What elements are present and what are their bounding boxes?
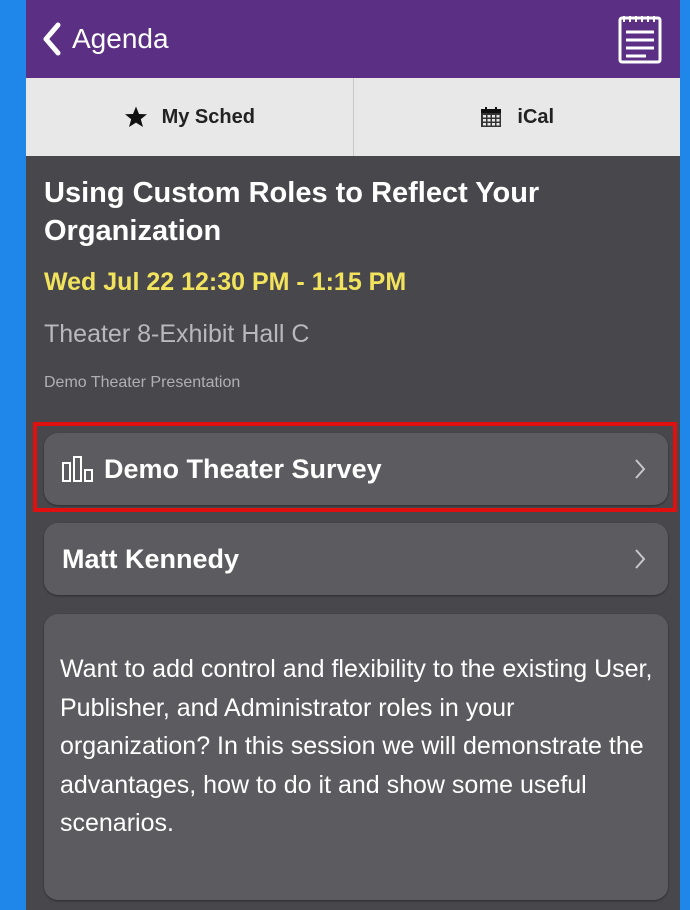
speaker-row[interactable]: Matt Kennedy xyxy=(44,523,668,595)
back-button[interactable]: Agenda xyxy=(38,14,169,64)
app-screen: Agenda My Sched iCal Using Custom Roles … xyxy=(26,0,680,910)
calendar-icon xyxy=(481,107,502,127)
tab-my-sched[interactable]: My Sched xyxy=(26,78,353,156)
session-room: Theater 8-Exhibit Hall C xyxy=(44,320,310,348)
star-icon xyxy=(124,106,147,127)
session-title: Using Custom Roles to Reflect Your Organ… xyxy=(44,177,540,247)
description-card: Want to add control and flexibility to t… xyxy=(44,614,668,900)
tab-ical[interactable]: iCal xyxy=(352,78,681,156)
speaker-name: Matt Kennedy xyxy=(62,543,240,574)
back-label: Agenda xyxy=(72,23,169,54)
tab-my-sched-label: My Sched xyxy=(161,105,255,128)
session-time: Wed Jul 22 12:30 PM - 1:15 PM xyxy=(44,268,407,296)
right-background xyxy=(680,0,690,910)
survey-label: Demo Theater Survey xyxy=(104,453,382,484)
chevron-right-icon xyxy=(635,459,646,479)
chevron-left-icon xyxy=(43,22,61,56)
session-type: Demo Theater Presentation xyxy=(44,374,241,391)
tab-ical-label: iCal xyxy=(517,105,555,128)
chevron-right-icon xyxy=(635,549,646,569)
survey-row[interactable]: Demo Theater Survey xyxy=(44,433,668,505)
tab-bar: My Sched iCal xyxy=(26,78,680,156)
notepad-icon[interactable] xyxy=(616,12,664,66)
session-description: Want to add control and flexibility to t… xyxy=(60,655,653,837)
navigation-bar: Agenda xyxy=(26,0,680,78)
bar-chart-icon xyxy=(62,456,93,482)
left-background xyxy=(0,0,26,910)
